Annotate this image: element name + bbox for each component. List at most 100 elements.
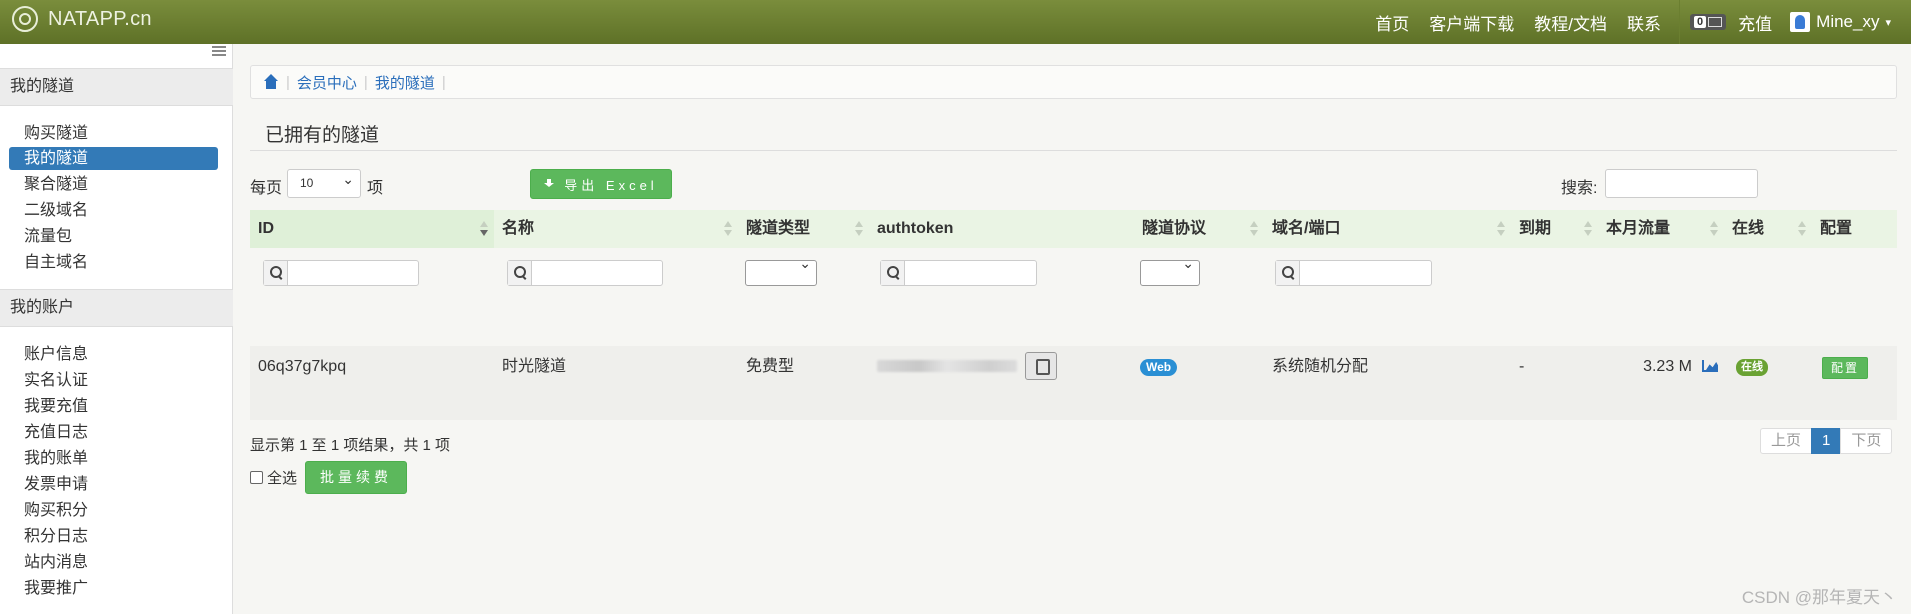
- pagination-next[interactable]: 下页: [1840, 428, 1893, 454]
- page-title: 已拥有的隧道: [265, 125, 380, 146]
- brand[interactable]: NATAPP.cn: [12, 6, 152, 32]
- sort-icon: [480, 221, 488, 237]
- cell-type: 免费型: [746, 358, 795, 375]
- sidebar: 我的隧道 购买隧道 我的隧道 聚合隧道 二级域名 流量包 自主域名 我的账户 账…: [0, 44, 233, 614]
- sort-icon: [1710, 221, 1718, 237]
- nav-home-link[interactable]: 首页: [1375, 10, 1409, 35]
- pagination-prev[interactable]: 上页: [1760, 428, 1813, 454]
- sort-icon: [1497, 221, 1505, 237]
- filter-protocol-select[interactable]: [1140, 255, 1200, 286]
- col-header-label: 名称: [502, 220, 535, 237]
- select-all-label: 全选: [267, 470, 298, 487]
- config-button[interactable]: 配置: [1822, 357, 1868, 379]
- col-header-id[interactable]: ID: [250, 210, 494, 248]
- brand-name: NATAPP.cn: [48, 7, 152, 30]
- search-input[interactable]: [1605, 169, 1758, 198]
- nav-contact-link[interactable]: 联系: [1627, 10, 1661, 35]
- col-header-label: 域名/端口: [1272, 220, 1341, 237]
- export-excel-button[interactable]: 导出 Excel: [530, 169, 672, 199]
- col-header-config: 配置: [1812, 210, 1897, 248]
- sidebar-item-messages[interactable]: 站内消息: [9, 551, 218, 574]
- col-header-authtoken[interactable]: authtoken: [869, 210, 1134, 248]
- sidebar-item-invoice[interactable]: 发票申请: [9, 473, 218, 496]
- sidebar-item-buy-tunnel[interactable]: 购买隧道: [9, 122, 218, 145]
- table-info: 显示第 1 至 1 项结果，共 1 项: [250, 437, 451, 454]
- search-icon: [1276, 261, 1300, 285]
- traffic-chart-icon[interactable]: [1702, 360, 1718, 372]
- batch-renew-button[interactable]: 批量续费: [305, 461, 407, 494]
- online-status-badge: 在线: [1736, 359, 1768, 376]
- user-icon: [1790, 12, 1811, 32]
- filter-domain-input[interactable]: [1275, 260, 1432, 286]
- cell-traffic: 3.23 M: [1643, 358, 1692, 375]
- filter-row: [250, 248, 1897, 346]
- chevron-down-icon[interactable]: ▾: [1885, 16, 1891, 29]
- search-label: 搜索:: [1561, 180, 1598, 197]
- search-icon: [508, 261, 532, 285]
- table-row: 06q37g7kpq 时光隧道 免费型 Web 系统随机分配 - 3.23 M …: [250, 346, 1897, 420]
- sidebar-collapse-icon[interactable]: [212, 46, 226, 56]
- sidebar-item-verification[interactable]: 实名认证: [9, 369, 218, 392]
- col-header-domain[interactable]: 域名/端口: [1264, 210, 1511, 248]
- filter-id-input[interactable]: [263, 260, 419, 286]
- nav-download-link[interactable]: 客户端下载: [1429, 10, 1514, 35]
- copy-authtoken-button[interactable]: [1025, 352, 1057, 380]
- sidebar-item-custom-domain[interactable]: 自主域名: [9, 251, 218, 274]
- sort-icon: [1584, 221, 1592, 237]
- protocol-badge: Web: [1140, 359, 1178, 376]
- col-header-traffic[interactable]: 本月流量: [1598, 210, 1724, 248]
- col-header-label: 隧道协议: [1142, 220, 1207, 237]
- nav-docs-link[interactable]: 教程/文档: [1534, 10, 1607, 35]
- sidebar-item-points-log[interactable]: 积分日志: [9, 525, 218, 548]
- nav-recharge-link[interactable]: 充值: [1738, 10, 1772, 35]
- table-header: ID 名称 隧道类型 authtoken 隧道协议 域名/端口 到期 本月流量 …: [250, 210, 1897, 248]
- pagination-page-1[interactable]: 1: [1811, 428, 1842, 454]
- sidebar-item-promotion[interactable]: 我要推广: [9, 577, 218, 600]
- col-header-expire[interactable]: 到期: [1511, 210, 1598, 248]
- breadcrumb-my-tunnels[interactable]: 我的隧道: [375, 72, 435, 93]
- home-icon[interactable]: [263, 74, 279, 90]
- pagination: 上页 1 下页: [1760, 428, 1893, 454]
- natapp-logo-icon: [12, 6, 38, 32]
- sidebar-section-tunnels: 我的隧道: [0, 68, 233, 106]
- per-page-select[interactable]: 10: [287, 166, 361, 198]
- col-header-online[interactable]: 在线: [1724, 210, 1812, 248]
- message-badge[interactable]: 0: [1690, 14, 1727, 30]
- filter-name-input[interactable]: [507, 260, 663, 286]
- sidebar-item-subdomain[interactable]: 二级域名: [9, 199, 218, 222]
- sidebar-item-aggregate-tunnel[interactable]: 聚合隧道: [9, 173, 218, 196]
- sidebar-item-recharge-log[interactable]: 充值日志: [9, 421, 218, 444]
- sidebar-item-buy-points[interactable]: 购买积分: [9, 499, 218, 522]
- col-header-label: 隧道类型: [746, 220, 811, 237]
- breadcrumb-separator: |: [363, 73, 368, 91]
- select-all-checkbox[interactable]: [250, 471, 263, 484]
- sidebar-item-account-info[interactable]: 账户信息: [9, 343, 218, 366]
- sidebar-item-recharge[interactable]: 我要充值: [9, 395, 218, 418]
- breadcrumb-member-center[interactable]: 会员中心: [297, 72, 357, 93]
- select-all[interactable]: 全选: [250, 467, 297, 488]
- export-excel-label: 导出 Excel: [564, 177, 658, 193]
- col-header-label: ID: [258, 220, 274, 237]
- breadcrumb-separator: |: [286, 73, 290, 91]
- search-icon: [881, 261, 905, 285]
- authtoken-masked: [877, 360, 1017, 372]
- download-icon: [544, 178, 555, 190]
- user-menu[interactable]: Mine_xy: [1816, 12, 1879, 32]
- col-header-label: 在线: [1732, 220, 1765, 237]
- envelope-icon: [1708, 17, 1723, 27]
- col-header-label: 本月流量: [1606, 220, 1671, 237]
- sidebar-item-bills[interactable]: 我的账单: [9, 447, 218, 470]
- col-header-name[interactable]: 名称: [494, 210, 738, 248]
- col-header-type[interactable]: 隧道类型: [738, 210, 869, 248]
- sidebar-item-traffic-pack[interactable]: 流量包: [9, 225, 218, 248]
- nav-divider: [1679, 0, 1681, 44]
- breadcrumb: | 会员中心 | 我的隧道 |: [250, 65, 1897, 99]
- col-header-protocol[interactable]: 隧道协议: [1134, 210, 1264, 248]
- search-icon: [264, 261, 288, 285]
- sort-icon: [855, 221, 863, 237]
- sidebar-item-my-tunnels[interactable]: 我的隧道: [9, 147, 218, 170]
- cell-expire: -: [1519, 358, 1525, 375]
- filter-authtoken-input[interactable]: [880, 260, 1037, 286]
- filter-type-select[interactable]: [745, 255, 817, 286]
- watermark: CSDN @那年夏天丶: [1741, 588, 1897, 607]
